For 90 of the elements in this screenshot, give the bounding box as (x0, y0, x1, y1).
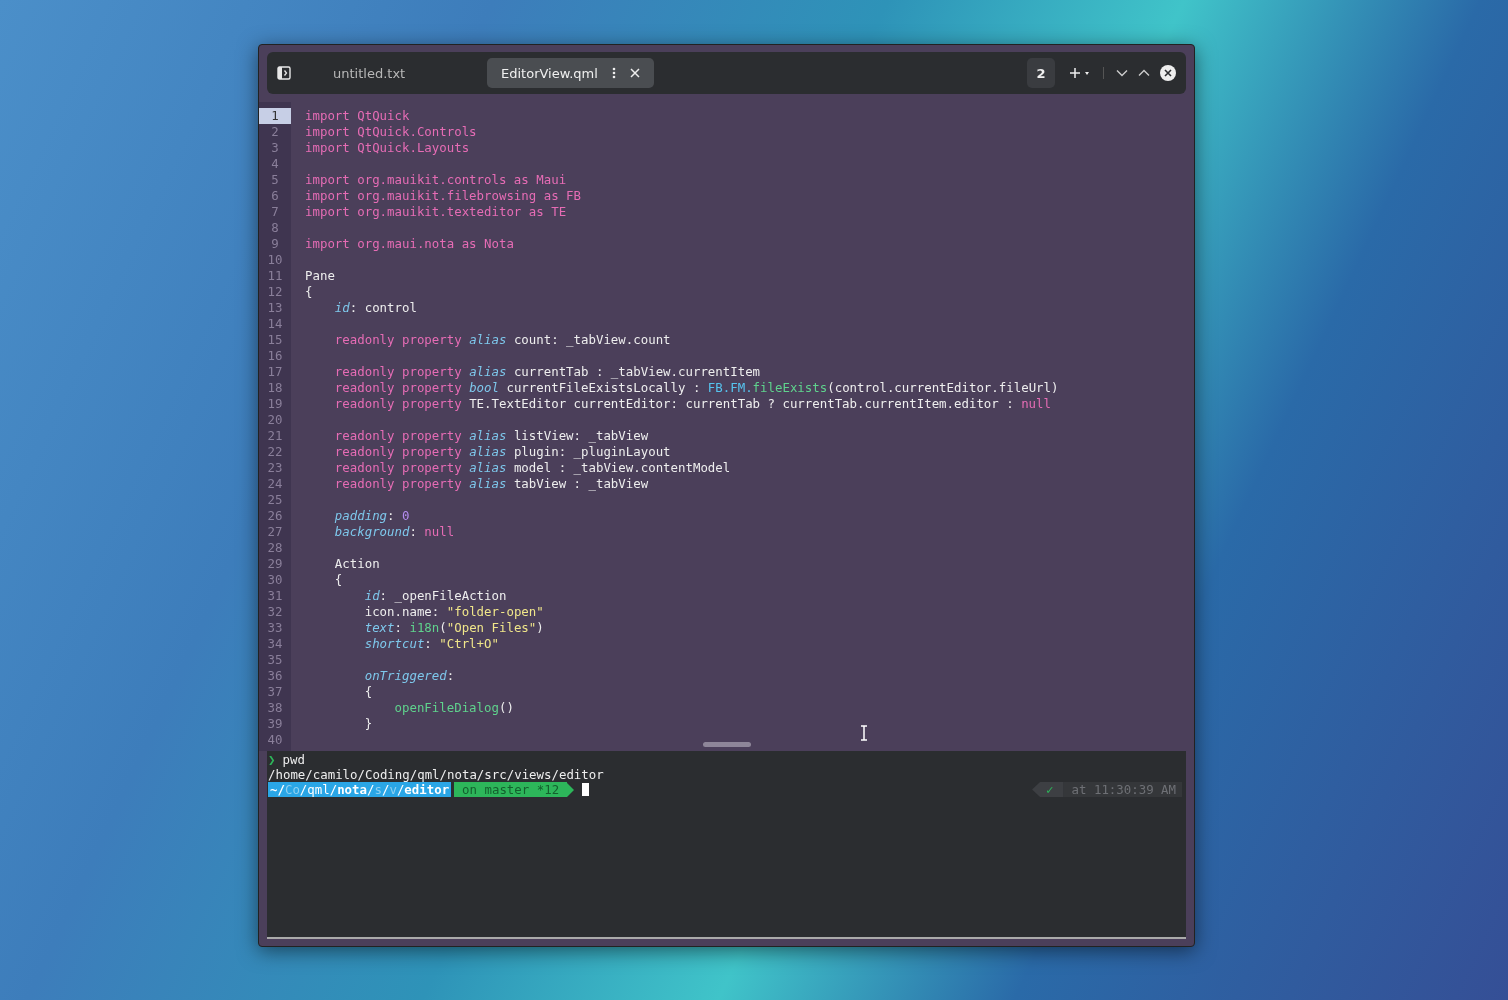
line-number: 40 (266, 732, 284, 748)
code-line: readonly property alias listView: _tabView (333, 428, 649, 444)
code-line: text: i18n("Open Files") (363, 620, 544, 636)
code-line: readonly property alias model : _tabView.contentModel (333, 460, 731, 476)
code-line: import org.mauikit.texteditor as TE (305, 204, 567, 220)
menu-dots-icon[interactable] (611, 67, 616, 79)
line-number: 39 (266, 716, 284, 732)
line-number: 7 (270, 204, 280, 220)
code-line: readonly property TE.TextEditor currentEditor: currentTab ? currentTab.currentItem.editor : null (333, 396, 1051, 412)
line-number: 24 (266, 476, 284, 492)
line-number: 10 (266, 252, 284, 268)
code-line: import QtQuick (305, 108, 410, 124)
line-number: 18 (266, 380, 284, 396)
tab[interactable]: EditorView.qml (487, 58, 654, 88)
code-line: onTriggered: (363, 668, 455, 684)
code-line: import QtQuick.Controls (305, 124, 477, 140)
line-number: 6 (270, 188, 280, 204)
line-number: 13 (266, 300, 284, 316)
line-number: 26 (266, 508, 284, 524)
line-number: 25 (266, 492, 284, 508)
line-number: 38 (266, 700, 284, 716)
code-line: readonly property alias currentTab : _tabView.currentItem (333, 364, 761, 380)
close-icon[interactable] (1160, 65, 1176, 81)
line-number: 8 (270, 220, 280, 236)
code-line: readonly property alias plugin: _pluginLayout (333, 444, 671, 460)
line-number: 34 (266, 636, 284, 652)
prompt-symbol: ❯ (268, 752, 276, 767)
code-line: import QtQuick.Layouts (305, 140, 470, 156)
code-line: { (333, 572, 343, 588)
code-line: readonly property bool currentFileExistsLocally : FB.FM.fileExists(control.currentEditor.fileUrl) (333, 380, 1059, 396)
line-number: 16 (266, 348, 284, 364)
line-number: 35 (266, 652, 284, 668)
code-line: import org.mauikit.filebrowsing as FB (305, 188, 581, 204)
line-number: 21 (266, 428, 284, 444)
exit-status: ✓ (1032, 782, 1064, 797)
line-number: 28 (266, 540, 284, 556)
sidebar-toggle-icon[interactable] (277, 66, 291, 80)
line-number: 1 (259, 108, 291, 124)
code-line: padding: 0 (333, 508, 410, 524)
tab[interactable]: untitled.txt (319, 58, 477, 88)
line-number: 14 (266, 316, 284, 332)
line-number: 31 (266, 588, 284, 604)
line-number: 15 (266, 332, 284, 348)
line-number: 27 (266, 524, 284, 540)
prompt-time: at 11:30:39 AM (1063, 782, 1182, 797)
line-number: 3 (270, 140, 280, 156)
code-line: openFileDialog() (393, 700, 514, 716)
line-number: 36 (266, 668, 284, 684)
line-number: 29 (266, 556, 284, 572)
line-number: 19 (266, 396, 284, 412)
code-line: id: _openFileAction (363, 588, 507, 604)
line-number: 20 (266, 412, 284, 428)
code-line: readonly property alias count: _tabView.count (333, 332, 671, 348)
line-number: 30 (266, 572, 284, 588)
tab-count-button[interactable]: 2 (1027, 58, 1055, 88)
line-number: 11 (266, 268, 284, 284)
code-line: import org.maui.nota as Nota (305, 236, 514, 252)
terminal-output: /home/camilo/Coding/qml/nota/src/views/editor (268, 767, 604, 782)
code-line: background: null (333, 524, 455, 540)
code-line: import org.mauikit.controls as Maui (305, 172, 567, 188)
line-number: 37 (266, 684, 284, 700)
code-line: { (305, 284, 313, 300)
terminal-command: pwd (282, 752, 305, 767)
line-number: 5 (270, 172, 280, 188)
line-number: 12 (266, 284, 284, 300)
line-number: 17 (266, 364, 284, 380)
resize-handle[interactable] (703, 742, 751, 747)
code-line: Action (333, 556, 380, 572)
code-line: } (363, 716, 373, 732)
code-line: { (363, 684, 373, 700)
code-line: readonly property alias tabView : _tabView (333, 476, 649, 492)
chevron-down-icon[interactable] (1116, 69, 1128, 77)
arrow-icon (567, 782, 575, 797)
prompt-path: ~/Co/qml/nota/s/v/editor (268, 782, 452, 797)
code-line: icon.name: "folder-open" (363, 604, 544, 620)
code-line: id: control (333, 300, 417, 316)
terminal-cursor (582, 783, 590, 796)
add-dropdown-icon[interactable] (1069, 67, 1091, 79)
line-number: 32 (266, 604, 284, 620)
line-number: 22 (266, 444, 284, 460)
code-line: shortcut: "Ctrl+O" (363, 636, 499, 652)
code-line: Pane (305, 268, 335, 284)
line-number: 33 (266, 620, 284, 636)
line-number: 4 (270, 156, 280, 172)
text-cursor-icon (860, 725, 868, 741)
line-number: 9 (270, 236, 280, 252)
chevron-up-icon[interactable] (1138, 69, 1150, 77)
close-icon[interactable] (629, 68, 640, 78)
line-number: 2 (270, 124, 280, 140)
line-number: 23 (266, 460, 284, 476)
